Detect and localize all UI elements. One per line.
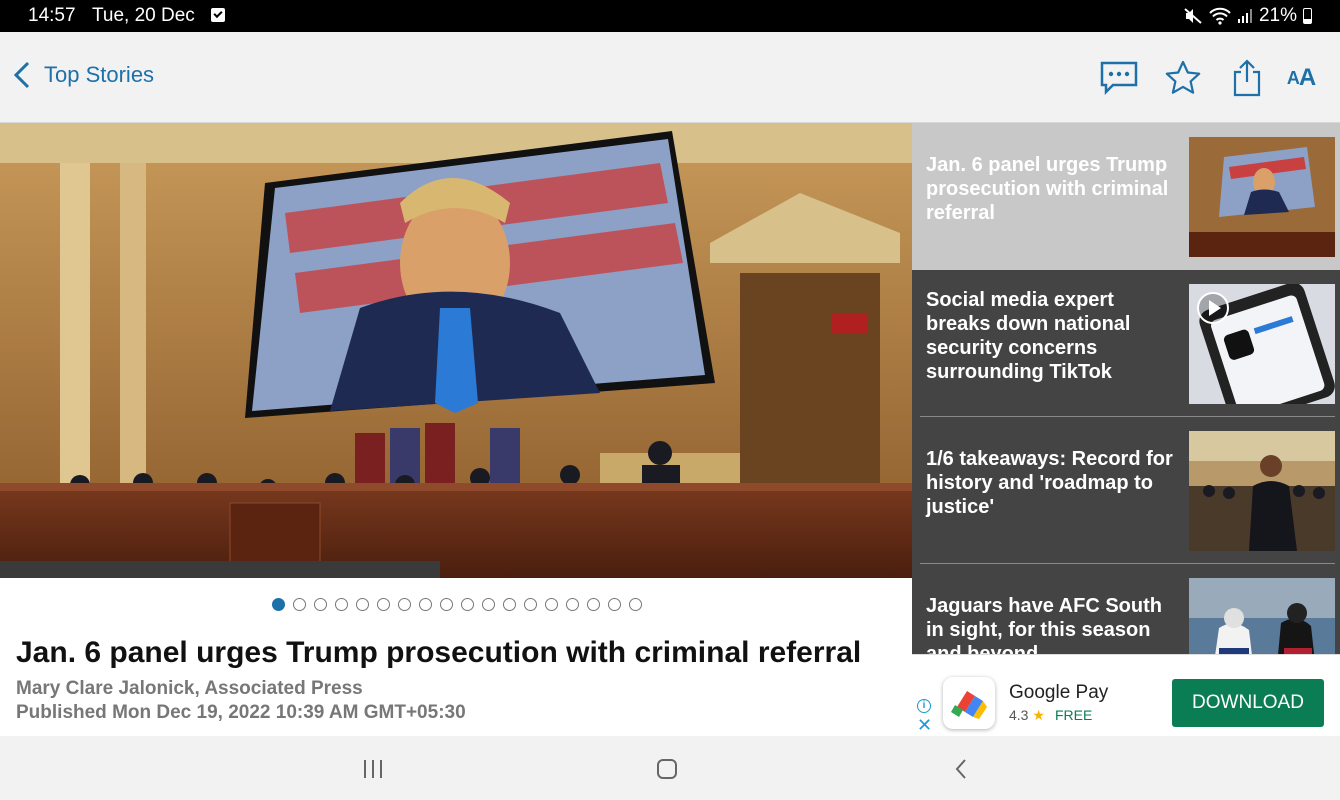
ad-price: FREE: [1055, 707, 1093, 723]
carousel-dot[interactable]: [377, 598, 390, 611]
system-navigation-bar: [0, 736, 1340, 800]
google-pay-logo-icon: [943, 677, 995, 729]
star-icon: [1165, 60, 1201, 94]
story-item[interactable]: Social media expert breaks down national…: [912, 270, 1340, 417]
carousel-dot[interactable]: [566, 598, 579, 611]
article-published-date: Published Mon Dec 19, 2022 10:39 AM GMT+…: [16, 702, 466, 723]
story-title: Social media expert breaks down national…: [926, 289, 1131, 383]
signal-icon: [1237, 9, 1252, 23]
story-thumbnail: [1189, 284, 1335, 404]
story-thumbnail: [1189, 137, 1335, 257]
text-size-button[interactable]: AA: [1278, 56, 1324, 100]
share-button[interactable]: [1225, 56, 1269, 100]
carousel-dot[interactable]: [398, 598, 411, 611]
story-title: 1/6 takeaways: Record for history and 'r…: [926, 448, 1173, 518]
story-item[interactable]: Jaguars have AFC South in sight, for thi…: [912, 564, 1340, 654]
story-title: Jan. 6 panel urges Trump prosecution wit…: [926, 154, 1169, 224]
home-button[interactable]: [647, 754, 687, 784]
play-video-icon: [1197, 292, 1229, 324]
chevron-left-icon: [13, 61, 30, 89]
back-label: Top Stories: [44, 62, 155, 87]
story-item[interactable]: Jan. 6 panel urges Trump prosecution wit…: [912, 123, 1340, 270]
ad-banner[interactable]: i ✕ Google Pay 4.3 ★ FREE DOWNLOAD: [912, 654, 1340, 736]
ad-close-icon[interactable]: ✕: [917, 716, 932, 734]
carousel-dot[interactable]: [524, 598, 537, 611]
back-chevron-icon: [955, 759, 966, 779]
story-item[interactable]: 1/6 takeaways: Record for history and 'r…: [912, 417, 1340, 564]
text-size-large-a: A: [1298, 64, 1316, 91]
carousel-dot[interactable]: [482, 598, 495, 611]
status-icons: 21%: [1183, 4, 1312, 28]
ad-rating: 4.3 ★: [1009, 707, 1045, 724]
text-size-small-a: A: [1286, 67, 1300, 88]
carousel-dot[interactable]: [419, 598, 432, 611]
article-byline: Mary Clare Jalonick, Associated Press: [16, 678, 363, 699]
battery-icon: [1303, 8, 1312, 24]
mute-icon: [1184, 8, 1202, 24]
status-bar: 14:57 Tue, 20 Dec 21%: [0, 0, 1340, 32]
share-icon: [1233, 59, 1261, 97]
download-button[interactable]: DOWNLOAD: [1172, 679, 1324, 727]
notification-check-icon: [211, 8, 225, 22]
carousel-indicator: [272, 598, 642, 611]
story-thumbnail: [1189, 431, 1335, 551]
hero-photo[interactable]: [0, 123, 912, 578]
carousel-dot[interactable]: [461, 598, 474, 611]
carousel-dot[interactable]: [503, 598, 516, 611]
ad-rating-value: 4.3: [1009, 707, 1029, 723]
carousel-dot[interactable]: [440, 598, 453, 611]
ad-app-name: Google Pay: [1009, 682, 1109, 703]
carousel-dot[interactable]: [272, 598, 285, 611]
favorite-button[interactable]: [1161, 56, 1205, 100]
back-button[interactable]: Top Stories: [12, 60, 154, 90]
battery-percent: 21%: [1258, 5, 1297, 26]
comments-icon: [1100, 61, 1138, 96]
comments-button[interactable]: [1097, 56, 1141, 100]
star-icon: ★: [1032, 707, 1045, 723]
ad-info-icon[interactable]: i: [917, 699, 931, 713]
carousel-dot[interactable]: [629, 598, 642, 611]
home-icon: [657, 759, 677, 779]
story-title: Jaguars have AFC South in sight, for thi…: [926, 595, 1162, 654]
hearing-room-photo: [0, 123, 912, 578]
article-headline[interactable]: Jan. 6 panel urges Trump prosecution wit…: [16, 636, 861, 670]
carousel-dot[interactable]: [335, 598, 348, 611]
related-stories-list: Jan. 6 panel urges Trump prosecution wit…: [912, 123, 1340, 654]
system-back-button[interactable]: [941, 754, 981, 784]
carousel-dot[interactable]: [356, 598, 369, 611]
carousel-dot[interactable]: [314, 598, 327, 611]
article-toolbar: Top Stories AA: [0, 32, 1340, 123]
status-time: 14:57: [28, 5, 76, 26]
story-thumbnail: [1189, 578, 1335, 654]
carousel-dot[interactable]: [587, 598, 600, 611]
carousel-dot[interactable]: [608, 598, 621, 611]
carousel-dot[interactable]: [293, 598, 306, 611]
recent-apps-button[interactable]: [353, 754, 393, 784]
wifi-icon: [1209, 7, 1231, 25]
carousel-dot[interactable]: [545, 598, 558, 611]
status-date: Tue, 20 Dec: [92, 5, 195, 26]
recent-apps-icon: [364, 760, 382, 778]
